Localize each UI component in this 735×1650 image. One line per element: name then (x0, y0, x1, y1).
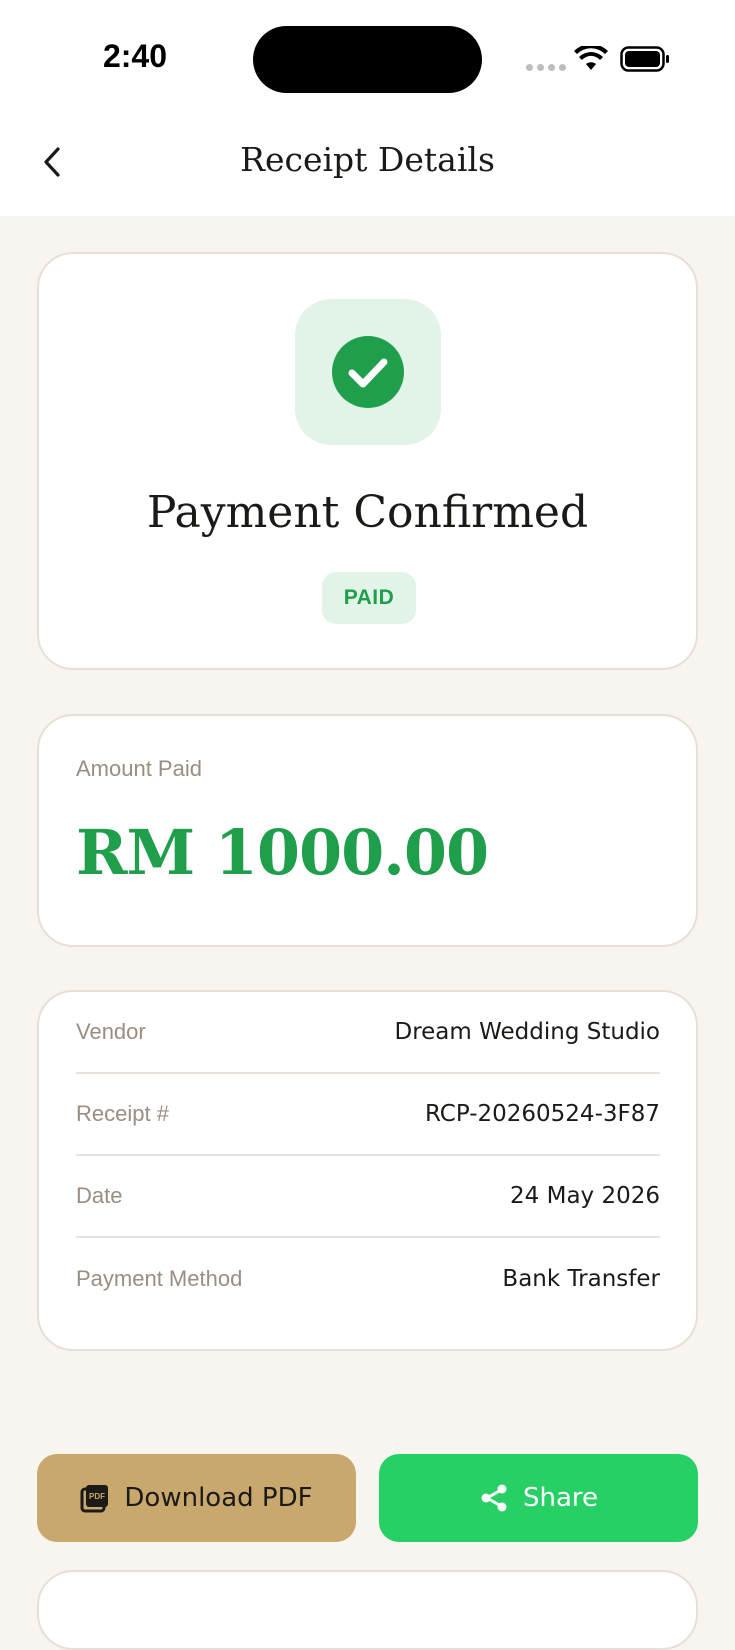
detail-label: Date (76, 1183, 123, 1208)
detail-value: Bank Transfer (502, 1266, 660, 1292)
signal-icon (526, 64, 566, 71)
detail-row-vendor: Vendor Dream Wedding Studio (76, 992, 660, 1074)
detail-value: 24 May 2026 (510, 1183, 660, 1209)
battery-icon (620, 46, 669, 72)
detail-label: Payment Method (76, 1266, 243, 1291)
check-circle-icon (332, 336, 404, 408)
status-title: Payment Confirmed (146, 487, 589, 538)
svg-text:PDF: PDF (89, 1492, 105, 1501)
share-label: Share (522, 1483, 599, 1513)
detail-label: Receipt # (76, 1101, 169, 1126)
receipt-details-card: Vendor Dream Wedding Studio Receipt # RC… (37, 990, 698, 1351)
detail-row-payment-method: Payment Method Bank Transfer (76, 1238, 660, 1320)
download-pdf-button[interactable]: PDF Download PDF (37, 1454, 356, 1542)
next-card (37, 1570, 698, 1650)
wifi-icon (574, 46, 608, 70)
status-badge: PAID (322, 572, 416, 624)
page-title: Receipt Details (240, 140, 495, 179)
share-button[interactable]: Share (379, 1454, 698, 1542)
detail-value: Dream Wedding Studio (394, 1019, 661, 1045)
detail-value: RCP-20260524-3F87 (424, 1101, 660, 1127)
pdf-icon: PDF (80, 1485, 109, 1513)
amount-value: RM 1000.00 (76, 816, 489, 889)
payment-status-card: Payment Confirmed PAID (37, 252, 698, 670)
status-time: 2:40 (102, 38, 168, 74)
detail-row-date: Date 24 May 2026 (76, 1156, 660, 1238)
detail-row-receipt-number: Receipt # RCP-20260524-3F87 (76, 1074, 660, 1156)
download-pdf-label: Download PDF (124, 1483, 313, 1513)
check-tile (295, 299, 441, 445)
dynamic-island (253, 26, 482, 93)
app-header: 2:40 Receipt Details (0, 0, 735, 216)
detail-label: Vendor (76, 1019, 146, 1044)
amount-label: Amount Paid (76, 756, 202, 781)
share-icon (481, 1484, 507, 1512)
amount-card: Amount Paid RM 1000.00 (37, 714, 698, 947)
